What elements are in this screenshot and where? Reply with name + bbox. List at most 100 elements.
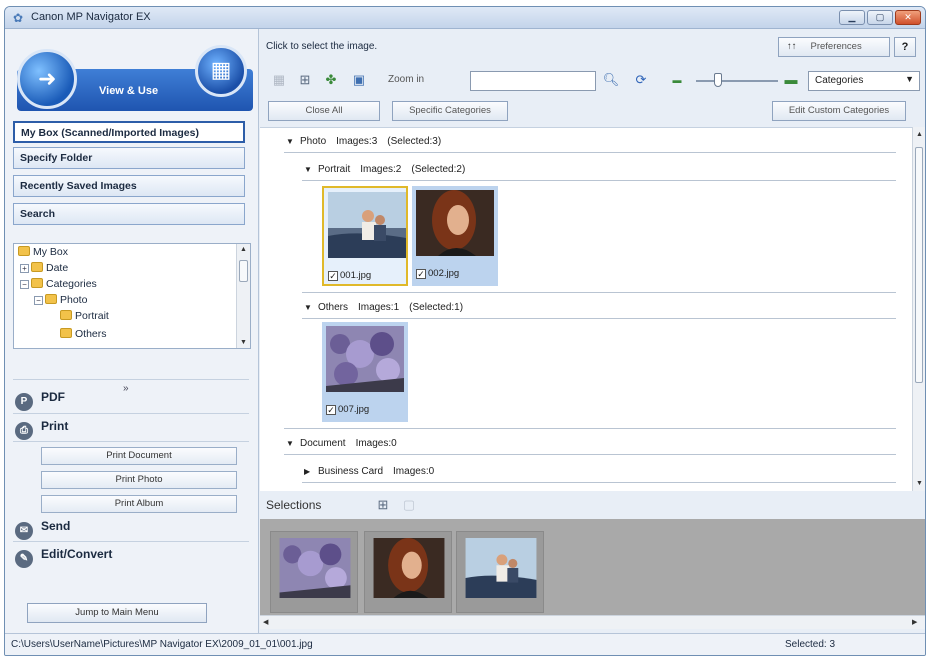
print-photo-button[interactable]: Print Photo bbox=[41, 471, 237, 489]
folder-icon bbox=[31, 262, 43, 272]
group-business-card[interactable]: ▶ Business Card Images:0 bbox=[304, 466, 434, 477]
maximize-button[interactable]: ▢ bbox=[867, 10, 893, 25]
expand-triangle-icon[interactable]: ▶ bbox=[304, 467, 318, 476]
close-all-button[interactable]: Close All bbox=[268, 101, 380, 121]
zoom-icon[interactable]: ▣ bbox=[350, 71, 368, 89]
edit-convert-action[interactable]: ✎ Edit/Convert bbox=[15, 547, 112, 568]
divider bbox=[284, 428, 896, 429]
checkbox[interactable]: ✓ bbox=[328, 271, 338, 281]
selections-scrollbar[interactable]: ◀ ▶ bbox=[260, 615, 925, 629]
selected-thumbnail[interactable] bbox=[456, 531, 544, 613]
tree-item-my-box[interactable]: My Box bbox=[18, 246, 68, 258]
image-list-scrollbar[interactable]: ▲ ▼ bbox=[912, 127, 925, 491]
selections-area bbox=[260, 519, 925, 615]
nav-recently-saved[interactable]: Recently Saved Images bbox=[13, 175, 245, 197]
scroll-up-icon[interactable]: ▲ bbox=[240, 246, 247, 253]
photo-couple-image bbox=[328, 192, 406, 258]
thumbnail-001[interactable]: ✓ 001.jpg bbox=[322, 186, 408, 286]
search-icon[interactable]: 🔍︎ bbox=[602, 71, 620, 89]
app-window: ✿ Canon MP Navigator EX ▁ ▢ ✕ ➜ View & U… bbox=[4, 6, 926, 656]
puzzle-icon[interactable]: ✤ bbox=[322, 71, 340, 89]
folder-icon bbox=[45, 294, 57, 304]
collapse-icon[interactable]: − bbox=[20, 280, 29, 289]
divider bbox=[302, 292, 896, 293]
selected-thumbnail[interactable] bbox=[364, 531, 452, 613]
pdf-icon: P bbox=[15, 393, 33, 411]
scroll-down-icon[interactable]: ▼ bbox=[916, 480, 923, 487]
preferences-button[interactable]: ↑↑ Preferences bbox=[778, 37, 890, 57]
print-action[interactable]: ⎙ Print bbox=[15, 419, 68, 440]
thumbnail-002[interactable]: ✓ 002.jpg bbox=[412, 186, 498, 286]
checkbox[interactable]: ✓ bbox=[326, 405, 336, 415]
thumbnail-007[interactable]: ✓ 007.jpg bbox=[322, 322, 408, 422]
edit-custom-categories-button[interactable]: Edit Custom Categories bbox=[772, 101, 906, 121]
tree-item-others[interactable]: Others bbox=[60, 328, 107, 340]
thumbnail-size-slider[interactable] bbox=[696, 80, 778, 82]
edit-icon: ✎ bbox=[15, 550, 33, 568]
photo-flowers-image bbox=[279, 538, 351, 598]
group-document[interactable]: ▼ Document Images:0 bbox=[286, 438, 397, 449]
nav-my-box[interactable]: My Box (Scanned/Imported Images) bbox=[13, 121, 245, 143]
pdf-action[interactable]: P PDF bbox=[15, 390, 65, 411]
slider-handle[interactable] bbox=[714, 73, 722, 87]
thumbnail-label: ✓ 007.jpg bbox=[326, 404, 370, 415]
right-pane: Click to select the image. ↑↑ Preferences… bbox=[260, 29, 925, 633]
tree-item-portrait[interactable]: Portrait bbox=[60, 310, 109, 322]
divider bbox=[13, 379, 249, 380]
collapse-triangle-icon[interactable]: ▼ bbox=[304, 165, 318, 174]
grid-view-icon[interactable]: ▦ bbox=[270, 71, 288, 89]
scroll-thumb[interactable] bbox=[915, 147, 923, 383]
hint-text: Click to select the image. bbox=[266, 41, 378, 52]
nav-specify-folder[interactable]: Specify Folder bbox=[13, 147, 245, 169]
zoom-in-label[interactable]: Zoom in bbox=[388, 74, 424, 85]
selected-thumbnail[interactable] bbox=[270, 531, 358, 613]
tree-item-categories[interactable]: − Categories bbox=[20, 278, 97, 290]
search-input[interactable] bbox=[470, 71, 596, 91]
collapse-icon[interactable]: − bbox=[34, 296, 43, 305]
nav-search[interactable]: Search bbox=[13, 203, 245, 225]
chevron-down-icon[interactable]: » bbox=[123, 383, 129, 394]
collapse-triangle-icon[interactable]: ▼ bbox=[286, 439, 300, 448]
collapse-triangle-icon[interactable]: ▼ bbox=[286, 137, 300, 146]
view-mode-select[interactable]: Categories ▼ bbox=[808, 71, 920, 91]
thumbnail-label: ✓ 002.jpg bbox=[416, 268, 460, 279]
checkbox[interactable]: ✓ bbox=[416, 269, 426, 279]
left-pane: ➜ View & Use ▦ My Box (Scanned/Imported … bbox=[5, 29, 259, 633]
group-others[interactable]: ▼ Others Images:1 (Selected:1) bbox=[304, 302, 463, 313]
help-button[interactable]: ? bbox=[894, 37, 916, 57]
app-icon: ✿ bbox=[13, 11, 24, 25]
tree-item-date[interactable]: + Date bbox=[20, 262, 68, 274]
scroll-left-icon[interactable]: ◀ bbox=[263, 618, 268, 626]
scroll-right-icon[interactable]: ▶ bbox=[912, 618, 917, 626]
group-photo[interactable]: ▼ Photo Images:3 (Selected:3) bbox=[286, 136, 441, 147]
divider bbox=[284, 152, 896, 153]
print-album-button[interactable]: Print Album bbox=[41, 495, 237, 513]
deselect-icon[interactable]: ▢ bbox=[400, 496, 418, 514]
selections-header: Selections ⊞ ▢ bbox=[260, 491, 925, 519]
scroll-up-icon[interactable]: ▲ bbox=[916, 131, 923, 138]
group-portrait[interactable]: ▼ Portrait Images:2 (Selected:2) bbox=[304, 164, 465, 175]
scroll-down-icon[interactable]: ▼ bbox=[240, 339, 247, 346]
chevron-down-icon: ▼ bbox=[905, 74, 914, 84]
mode-switch-button[interactable]: ➜ bbox=[17, 49, 77, 109]
divider bbox=[13, 413, 249, 414]
folder-tree[interactable]: My Box + Date − Categories − Photo Portrait… bbox=[13, 243, 251, 349]
select-grid-icon[interactable]: ⊞ bbox=[296, 71, 314, 89]
minimize-button[interactable]: ▁ bbox=[839, 10, 865, 25]
scroll-thumb[interactable] bbox=[239, 260, 248, 282]
divider bbox=[302, 318, 896, 319]
tree-item-photo[interactable]: − Photo bbox=[34, 294, 87, 306]
jump-to-main-menu-button[interactable]: Jump to Main Menu bbox=[27, 603, 207, 623]
send-action[interactable]: ✉ Send bbox=[15, 519, 70, 540]
photo-couple-image bbox=[465, 538, 537, 598]
select-grid-icon[interactable]: ⊞ bbox=[374, 496, 392, 514]
expand-icon[interactable]: + bbox=[20, 264, 29, 273]
specific-categories-button[interactable]: Specific Categories bbox=[392, 101, 508, 121]
divider bbox=[13, 541, 249, 542]
tree-scrollbar[interactable]: ▲ ▼ bbox=[236, 244, 250, 348]
close-button[interactable]: ✕ bbox=[895, 10, 921, 25]
collapse-triangle-icon[interactable]: ▼ bbox=[304, 303, 318, 312]
refresh-icon[interactable]: ⟳ bbox=[632, 71, 650, 89]
mode-label: View & Use bbox=[99, 85, 159, 97]
print-document-button[interactable]: Print Document bbox=[41, 447, 237, 465]
